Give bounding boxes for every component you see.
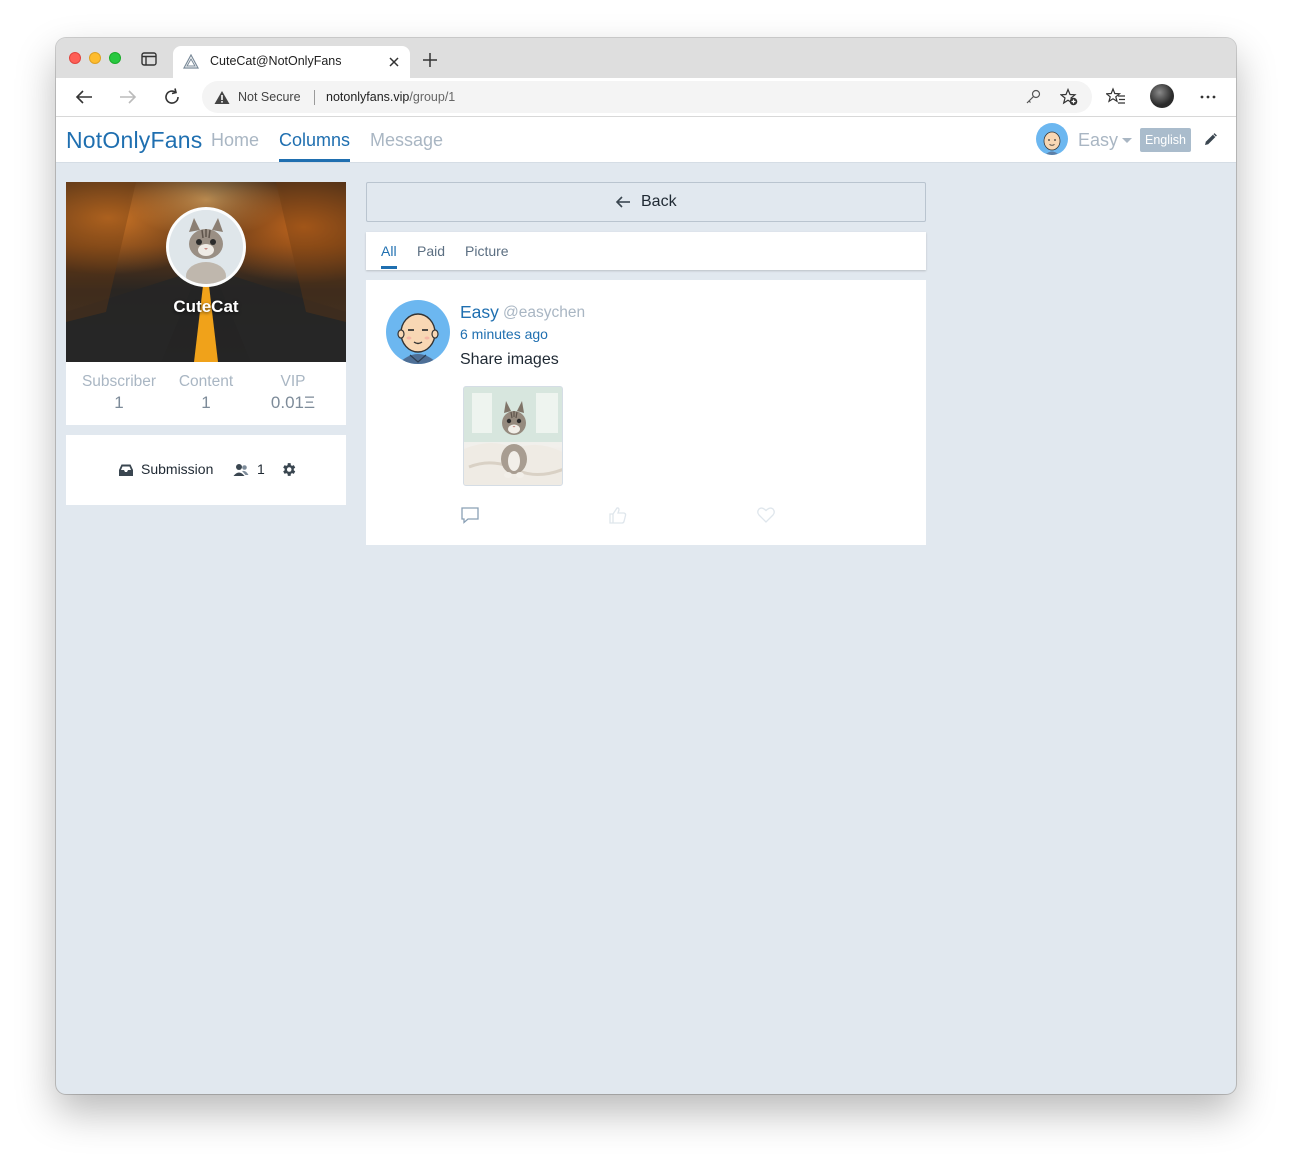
feed-filter-tabs: All Paid Picture xyxy=(366,232,926,270)
tab-title: CuteCat@NotOnlyFans xyxy=(210,54,342,68)
comment-icon[interactable] xyxy=(460,506,480,524)
key-icon[interactable] xyxy=(1025,89,1041,105)
tab-picture[interactable]: Picture xyxy=(465,243,509,259)
browser-tab[interactable]: CuteCat@NotOnlyFans xyxy=(173,46,410,78)
arrow-left-icon xyxy=(615,196,630,208)
stat-label: VIP xyxy=(280,373,306,390)
nav-link-home[interactable]: Home xyxy=(211,130,259,151)
stat-content[interactable]: Content 1 xyxy=(170,373,242,413)
kitten-photo xyxy=(464,387,562,485)
active-nav-underline xyxy=(279,159,350,162)
stat-label: Content xyxy=(178,373,234,390)
stat-vip[interactable]: VIP 0.01Ξ xyxy=(264,373,322,413)
warning-icon xyxy=(214,91,230,104)
favorites-icon[interactable] xyxy=(1106,87,1126,107)
url-host: notonlyfans.vip xyxy=(326,90,410,104)
site-favicon-icon xyxy=(183,54,199,69)
back-arrow-icon[interactable] xyxy=(74,87,94,107)
group-stats: Subscriber 1 Content 1 VIP 0.01Ξ xyxy=(66,362,346,425)
user-menu-name[interactable]: Easy xyxy=(1078,130,1118,151)
reload-icon[interactable] xyxy=(162,87,182,107)
forward-arrow-icon[interactable] xyxy=(118,87,138,107)
post-author-avatar[interactable] xyxy=(386,300,450,364)
zoom-window-button[interactable] xyxy=(109,52,121,64)
group-cover: CuteCat xyxy=(66,182,346,362)
chevron-down-icon[interactable] xyxy=(1122,138,1132,143)
heart-icon[interactable] xyxy=(756,506,776,524)
stat-value: 1 xyxy=(114,393,124,412)
address-separator xyxy=(314,90,315,105)
url-path: /group/1 xyxy=(409,90,456,104)
post-author-handle[interactable]: @easychen xyxy=(503,304,585,322)
post-timestamp[interactable]: 6 minutes ago xyxy=(460,326,548,342)
app-navbar: NotOnlyFans Home Columns Message Easy En… xyxy=(56,117,1236,163)
submission-card: Submission 1 xyxy=(66,435,346,505)
tab-all[interactable]: All xyxy=(381,243,397,259)
nav-link-columns[interactable]: Columns xyxy=(279,130,350,151)
author-face-icon xyxy=(397,313,439,364)
new-tab-icon[interactable] xyxy=(423,53,437,67)
submission-link[interactable]: Submission xyxy=(141,461,213,477)
back-button[interactable]: Back xyxy=(366,182,926,222)
user-avatar[interactable] xyxy=(1036,123,1068,155)
stat-label: Subscriber xyxy=(81,373,157,390)
stat-subscriber[interactable]: Subscriber 1 xyxy=(80,373,158,413)
minimize-window-button[interactable] xyxy=(89,52,101,64)
inbox-icon xyxy=(119,464,133,476)
url-text[interactable]: notonlyfans.vip/group/1 xyxy=(326,90,455,104)
stat-value: 1 xyxy=(201,393,211,412)
brand-logo[interactable]: NotOnlyFans xyxy=(66,127,202,154)
address-bar[interactable]: Not Secure notonlyfans.vip/group/1 xyxy=(202,81,1092,113)
group-avatar xyxy=(166,207,246,287)
close-tab-icon[interactable] xyxy=(388,56,400,68)
close-window-button[interactable] xyxy=(69,52,81,64)
security-label[interactable]: Not Secure xyxy=(238,90,301,104)
post-author-name[interactable]: Easy xyxy=(460,302,499,323)
more-menu-icon[interactable] xyxy=(1198,87,1218,107)
pencil-icon[interactable] xyxy=(1203,131,1219,147)
tab-strip: CuteCat@NotOnlyFans xyxy=(56,38,1236,78)
browser-profile-avatar[interactable] xyxy=(1150,84,1174,108)
feed-post: Easy @easychen 6 minutes ago Share image… xyxy=(366,280,926,545)
post-image-thumbnail[interactable] xyxy=(463,386,563,486)
thumbs-up-icon[interactable] xyxy=(608,506,628,524)
user-avatar-face-icon xyxy=(1043,131,1061,155)
tab-paid[interactable]: Paid xyxy=(417,243,445,259)
users-icon xyxy=(233,464,249,476)
language-button[interactable]: English xyxy=(1140,128,1191,152)
browser-window: CuteCat@NotOnlyFans Not Secure notonlyfa… xyxy=(56,38,1236,1094)
browser-toolbar: Not Secure notonlyfans.vip/group/1 xyxy=(56,78,1236,117)
member-count[interactable]: 1 xyxy=(257,461,265,477)
cat-avatar-icon xyxy=(169,210,243,284)
add-favorite-icon[interactable] xyxy=(1060,88,1078,106)
stat-value: 0.01Ξ xyxy=(270,393,316,412)
nav-link-message[interactable]: Message xyxy=(370,130,443,151)
active-tab-underline xyxy=(381,266,397,269)
tab-actions-icon[interactable] xyxy=(141,52,157,66)
post-text: Share images xyxy=(460,351,559,368)
gear-icon[interactable] xyxy=(280,461,297,478)
group-name: CuteCat xyxy=(173,297,239,316)
back-button-label: Back xyxy=(641,193,677,210)
